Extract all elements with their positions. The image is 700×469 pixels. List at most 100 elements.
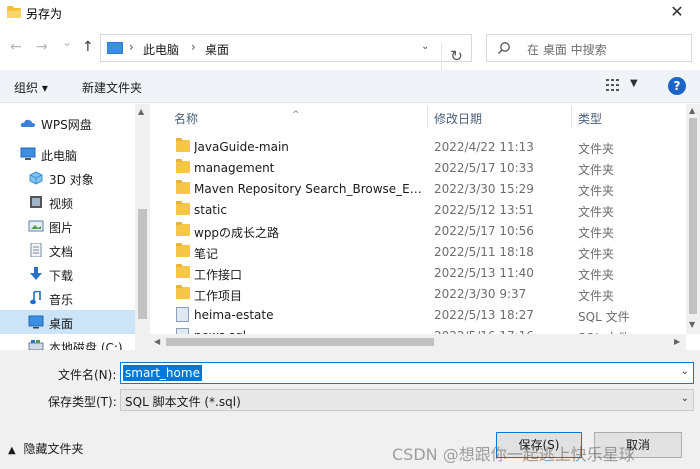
sidebar-item-label: 图片: [49, 221, 74, 235]
address-bar[interactable]: › 此电脑 › 桌面 ⌄ ↻: [100, 34, 472, 71]
recent-locations-icon[interactable]: ⌄: [62, 35, 72, 49]
file-row[interactable]: management 2022/5/17 10:33 文件夹: [158, 157, 686, 178]
view-dropdown-icon[interactable]: ▼: [630, 78, 638, 89]
3d-objects-icon: [29, 171, 43, 185]
file-row[interactable]: Maven Repository Search_Browse_Ex... 2022…: [158, 178, 686, 199]
folder-icon: [176, 180, 190, 194]
file-type: 文件夹: [578, 163, 615, 177]
file-date: 2022/5/13 11:40: [434, 266, 534, 280]
column-header-name[interactable]: 名称: [174, 110, 198, 127]
chevron-down-icon[interactable]: ⌄: [421, 41, 429, 52]
search-input[interactable]: 在 桌面 中搜索: [486, 34, 692, 62]
sidebar-item-music[interactable]: 音乐: [0, 286, 135, 310]
scroll-up-arrow-icon[interactable]: ▲: [689, 106, 695, 115]
file-type: 文件夹: [578, 226, 615, 240]
sidebar-item-3d-objects[interactable]: 3D 对象: [0, 166, 135, 190]
file-list-vertical-thumb[interactable]: [689, 118, 697, 314]
filename-value[interactable]: smart_home: [123, 365, 202, 381]
folder-icon: [176, 285, 190, 299]
title-bar: 另存为 ✕: [0, 0, 700, 26]
sidebar-item-documents[interactable]: 文档: [0, 238, 135, 262]
file-row[interactable]: static 2022/5/12 13:51 文件夹: [158, 199, 686, 220]
sidebar-scroll-thumb[interactable]: [138, 209, 147, 319]
breadcrumb-this-pc[interactable]: 此电脑: [143, 41, 179, 58]
sidebar-item-downloads[interactable]: 下载: [0, 262, 135, 286]
column-divider[interactable]: [571, 106, 572, 128]
sidebar-item-wps-cloud[interactable]: WPS网盘: [0, 111, 135, 135]
filename-input[interactable]: smart_home ⌄: [120, 362, 694, 384]
file-type: 文件夹: [578, 289, 615, 303]
sidebar-item-label: 3D 对象: [49, 173, 94, 187]
forward-arrow-icon[interactable]: →: [36, 39, 48, 55]
column-header-type[interactable]: 类型: [578, 110, 602, 127]
cloud-icon: [20, 119, 35, 127]
sidebar-item-pictures[interactable]: 图片: [0, 214, 135, 238]
search-icon: [498, 42, 510, 54]
file-list-horizontal-thumb[interactable]: [166, 338, 434, 346]
file-name: 工作项目: [194, 289, 243, 303]
sidebar-item-label: 下载: [49, 269, 74, 283]
chevron-down-icon[interactable]: ⌄: [681, 393, 689, 404]
folder-icon: [176, 201, 190, 215]
back-arrow-icon[interactable]: ←: [10, 39, 22, 55]
computer-icon: [107, 42, 123, 54]
file-type: SQL 文件: [578, 310, 630, 324]
file-date: 2022/3/30 9:37: [434, 287, 527, 301]
file-row[interactable]: 笔记 2022/5/11 18:18 文件夹: [158, 241, 686, 262]
folder-icon: [176, 243, 190, 257]
scroll-right-arrow-icon[interactable]: ▶: [674, 337, 680, 346]
scroll-down-arrow-icon[interactable]: ▼: [689, 320, 695, 329]
file-name: 笔记: [194, 247, 219, 261]
sidebar-item-label: 音乐: [49, 293, 74, 307]
file-row[interactable]: JavaGuide-main 2022/4/22 11:13 文件夹: [158, 136, 686, 157]
sidebar-item-label: WPS网盘: [41, 118, 92, 132]
sidebar-item-local-disk-c[interactable]: 本地磁盘 (C:): [0, 334, 135, 350]
file-row[interactable]: heima-estate 2022/5/13 18:27 SQL 文件: [158, 304, 686, 325]
pictures-icon: [28, 220, 44, 232]
filename-label: 文件名(N):: [58, 368, 117, 382]
computer-icon: [20, 147, 36, 160]
filetype-select[interactable]: SQL 脚本文件 (*.sql) ⌄: [120, 389, 694, 411]
view-options-icon[interactable]: [606, 79, 622, 91]
file-row[interactable]: 工作项目 2022/3/30 9:37 文件夹: [158, 283, 686, 304]
file-row[interactable]: wppの成长之路 2022/5/17 10:56 文件夹: [158, 220, 686, 241]
sql-file-icon: [176, 307, 189, 322]
desktop-icon: [28, 315, 44, 329]
search-placeholder: 在 桌面 中搜索: [527, 43, 607, 57]
file-date: 2022/3/30 15:29: [434, 182, 534, 196]
column-divider[interactable]: [427, 106, 428, 128]
folder-icon: [176, 138, 190, 152]
filetype-label: 保存类型(T):: [48, 395, 117, 409]
filetype-value: SQL 脚本文件 (*.sql): [125, 395, 241, 409]
file-name: 工作接口: [194, 268, 243, 282]
breadcrumb-desktop[interactable]: 桌面: [205, 41, 229, 58]
folder-icon: [176, 264, 190, 278]
sidebar-item-this-pc[interactable]: 此电脑: [0, 142, 135, 166]
file-type: 文件夹: [578, 184, 615, 198]
sidebar-item-desktop[interactable]: 桌面: [0, 310, 135, 334]
chevron-right-icon: ›: [129, 40, 134, 54]
file-date: 2022/5/17 10:33: [434, 161, 534, 175]
file-name: heima-estate: [194, 308, 274, 322]
hide-folders-label: 隐藏文件夹: [23, 442, 84, 456]
file-name: management: [194, 161, 275, 175]
scroll-left-arrow-icon[interactable]: ◀: [154, 337, 160, 346]
sidebar-item-videos[interactable]: 视频: [0, 190, 135, 214]
help-icon[interactable]: ?: [668, 77, 686, 95]
hide-folders-toggle[interactable]: ▲ 隐藏文件夹: [8, 440, 84, 457]
up-arrow-icon[interactable]: ↑: [82, 39, 94, 55]
new-folder-button[interactable]: 新建文件夹: [82, 79, 142, 96]
scroll-up-arrow-icon[interactable]: ▲: [138, 107, 144, 116]
documents-icon: [30, 243, 42, 257]
close-icon[interactable]: ✕: [654, 0, 700, 26]
file-row[interactable]: 工作接口 2022/5/13 11:40 文件夹: [158, 262, 686, 283]
refresh-icon[interactable]: ↻: [441, 43, 471, 71]
command-toolbar: 组织 ▾ 新建文件夹 ▼ ?: [0, 70, 700, 103]
file-date: 2022/5/13 18:27: [434, 308, 534, 322]
organize-menu[interactable]: 组织 ▾: [14, 79, 48, 96]
chevron-down-icon[interactable]: ⌄: [681, 366, 689, 377]
file-name: static: [194, 203, 227, 217]
column-header-date[interactable]: 修改日期: [434, 110, 482, 127]
column-header-row: ^ 名称 修改日期 类型: [158, 104, 686, 130]
navigation-bar: ← → ⌄ ↑ › 此电脑 › 桌面 ⌄ ↻ 在 桌面 中搜索: [0, 26, 700, 71]
